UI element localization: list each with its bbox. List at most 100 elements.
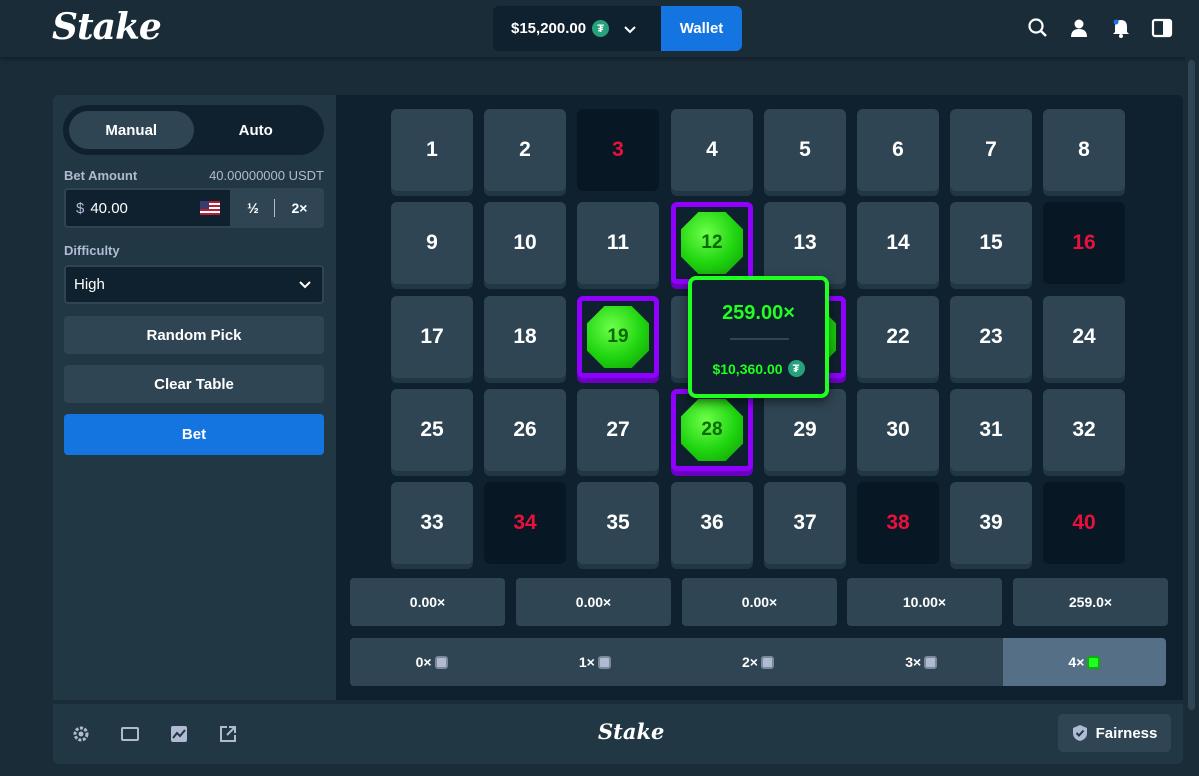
bet-sidebar: Manual Auto Bet Amount 40.00000000 USDT … — [53, 95, 336, 700]
keno-tile[interactable]: 10 — [484, 202, 566, 284]
keno-tile[interactable]: 36 — [671, 482, 753, 564]
keno-tile[interactable]: 11 — [577, 202, 659, 284]
difficulty-label: Difficulty — [64, 243, 120, 258]
keno-tile[interactable]: 25 — [391, 389, 473, 471]
user-icon[interactable] — [1068, 17, 1090, 39]
hits-cell-4[interactable]: 4× — [1002, 638, 1166, 686]
tile-number: 32 — [1072, 418, 1096, 441]
tile-number: 24 — [1072, 325, 1096, 348]
tab-auto[interactable]: Auto — [194, 111, 319, 149]
hits-cell-1[interactable]: 1× — [513, 638, 676, 686]
keno-tile[interactable]: 31 — [950, 389, 1032, 471]
game-footer: Stake Fairness — [53, 704, 1183, 764]
gem-icon: 28 — [681, 399, 743, 461]
tile-number: 39 — [979, 511, 1003, 534]
keno-tile[interactable]: 3 — [577, 109, 659, 191]
win-multiplier: 259.00× — [722, 302, 795, 324]
sidebar-toggle-icon[interactable] — [1151, 17, 1173, 39]
keno-tile[interactable]: 14 — [857, 202, 939, 284]
keno-tile[interactable]: 17 — [391, 296, 473, 378]
chevron-down-icon — [299, 281, 311, 289]
tile-number: 3 — [612, 138, 624, 161]
stake-logo[interactable]: Stake — [52, 6, 162, 48]
keno-tile[interactable]: 2 — [484, 109, 566, 191]
half-bet-button[interactable]: ½ — [232, 188, 274, 228]
win-payout: $10,360.00 ₮ — [692, 360, 825, 377]
settings-icon[interactable] — [71, 724, 91, 744]
keno-tile[interactable]: 40 — [1043, 482, 1125, 564]
keno-tile[interactable]: 38 — [857, 482, 939, 564]
keno-tile[interactable]: 6 — [857, 109, 939, 191]
keno-tile[interactable]: 15 — [950, 202, 1032, 284]
difficulty-select[interactable]: High — [64, 265, 324, 304]
keno-tile[interactable]: 22 — [857, 296, 939, 378]
balance-selector[interactable]: $15,200.00 ₮ — [493, 6, 661, 51]
tile-number: 34 — [513, 511, 537, 534]
keno-tile[interactable]: 7 — [950, 109, 1032, 191]
keno-tile[interactable]: 29 — [764, 389, 846, 471]
keno-tile[interactable]: 18 — [484, 296, 566, 378]
keno-tile[interactable]: 39 — [950, 482, 1032, 564]
us-flag-icon — [200, 201, 220, 215]
keno-tile[interactable]: 1 — [391, 109, 473, 191]
popup-divider — [730, 338, 789, 340]
gem-square-icon — [1087, 655, 1101, 669]
keno-tile[interactable]: 19 — [577, 296, 659, 378]
hits-cell-2[interactable]: 2× — [676, 638, 839, 686]
tile-number: 27 — [606, 418, 630, 441]
keno-tile[interactable]: 24 — [1043, 296, 1125, 378]
fairness-button[interactable]: Fairness — [1058, 714, 1171, 752]
keno-tile[interactable]: 37 — [764, 482, 846, 564]
keno-tile[interactable]: 33 — [391, 482, 473, 564]
bet-button[interactable]: Bet — [64, 414, 324, 455]
mode-toggle: Manual Auto — [63, 105, 324, 155]
tile-number: 8 — [1078, 138, 1090, 161]
hits-cell-3[interactable]: 3× — [840, 638, 1003, 686]
balance-amount: $15,200.00 — [511, 20, 587, 37]
keno-tile[interactable]: 5 — [764, 109, 846, 191]
random-pick-button[interactable]: Random Pick — [64, 316, 324, 354]
payout-cell: 259.0× — [1013, 578, 1168, 626]
keno-tile[interactable]: 32 — [1043, 389, 1125, 471]
tab-manual[interactable]: Manual — [69, 111, 194, 149]
keno-tile[interactable]: 9 — [391, 202, 473, 284]
scrollbar-thumb[interactable] — [1188, 60, 1195, 710]
double-bet-button[interactable]: 2× — [275, 188, 324, 228]
tile-number: 9 — [426, 231, 438, 254]
bell-icon[interactable] — [1110, 17, 1132, 39]
tile-number: 37 — [793, 511, 817, 534]
tile-number: 40 — [1072, 511, 1096, 534]
tile-number: 6 — [892, 138, 904, 161]
tile-number: 23 — [979, 325, 1003, 348]
keno-tile[interactable]: 26 — [484, 389, 566, 471]
stats-icon[interactable] — [169, 724, 189, 744]
keno-tile[interactable]: 13 — [764, 202, 846, 284]
tile-number: 14 — [886, 231, 910, 254]
keno-tile[interactable]: 4 — [671, 109, 753, 191]
keno-tile[interactable]: 8 — [1043, 109, 1125, 191]
fairness-label: Fairness — [1095, 724, 1158, 742]
keno-tile[interactable]: 12 — [671, 202, 753, 284]
win-popup: 259.00× $10,360.00 ₮ — [688, 276, 829, 398]
bet-amount-input[interactable]: $ 40.00 — [64, 188, 232, 228]
keno-tile[interactable]: 34 — [484, 482, 566, 564]
keno-tile[interactable]: 27 — [577, 389, 659, 471]
keno-tile[interactable]: 23 — [950, 296, 1032, 378]
keno-tile[interactable]: 35 — [577, 482, 659, 564]
search-icon[interactable] — [1027, 17, 1049, 39]
footer-stake-logo: Stake — [598, 719, 665, 744]
hits-label: 3× — [905, 654, 922, 670]
gem-square-icon — [597, 655, 611, 669]
bet-amount-usdt: 40.00000000 USDT — [209, 168, 324, 183]
clear-table-button[interactable]: Clear Table — [64, 365, 324, 403]
popout-icon[interactable] — [218, 724, 238, 744]
tile-number: 15 — [979, 231, 1003, 254]
keno-tile[interactable]: 16 — [1043, 202, 1125, 284]
tile-number: 31 — [979, 418, 1003, 441]
hits-cell-0[interactable]: 0× — [350, 638, 513, 686]
theatre-mode-icon[interactable] — [120, 724, 140, 744]
wallet-button[interactable]: Wallet — [661, 6, 742, 51]
bet-amount-row: Bet Amount 40.00000000 USDT — [64, 168, 324, 183]
keno-tile[interactable]: 30 — [857, 389, 939, 471]
keno-tile[interactable]: 28 — [671, 389, 753, 471]
